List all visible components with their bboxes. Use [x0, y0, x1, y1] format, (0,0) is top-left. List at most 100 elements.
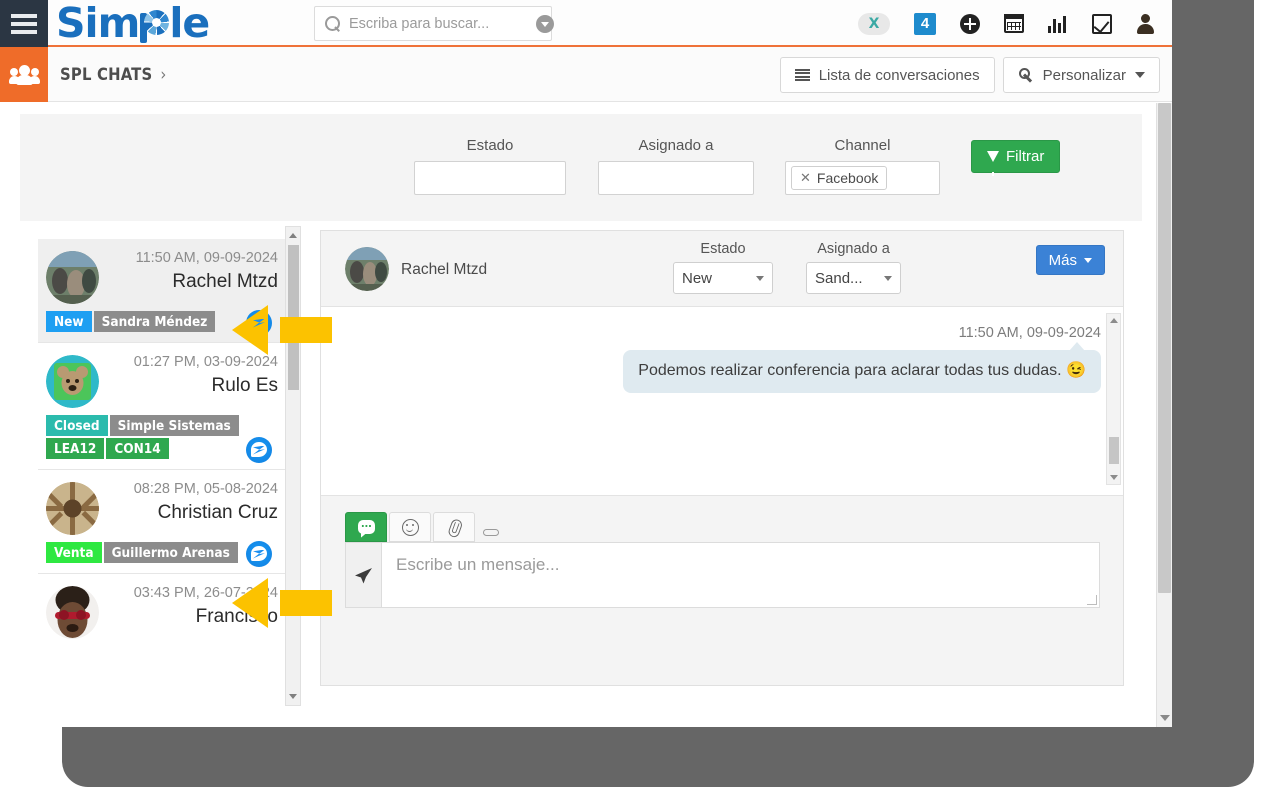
personalizar-label: Personalizar	[1042, 66, 1126, 84]
chevron-down-circle-icon[interactable]	[536, 14, 554, 33]
chat-panel: Rachel Mtzd Estado New Asignado a Sand..…	[320, 230, 1124, 686]
filter-asignado: Asignado a	[598, 137, 754, 195]
status-badge: New	[46, 311, 92, 332]
list-item-time: 03:43 PM, 26-07-2024	[133, 585, 278, 601]
scroll-down-arrow-icon[interactable]	[1160, 715, 1170, 721]
mas-label: Más	[1048, 251, 1077, 269]
chat-message-area: 11:50 AM, 09-09-2024 Podemos realizar co…	[321, 307, 1123, 493]
breadcrumb: SPL CHATS ›	[60, 47, 166, 102]
emoji-tab[interactable]	[389, 512, 431, 542]
channel-tag-label: Facebook	[816, 170, 879, 186]
breadcrumb-bar: SPL CHATS › Lista de conversaciones Pers…	[0, 47, 1172, 102]
scroll-down-arrow-icon[interactable]	[289, 694, 297, 699]
chevron-down-icon	[1135, 72, 1145, 78]
chevron-down-icon	[1084, 257, 1092, 263]
x-logo-icon[interactable]: X	[858, 12, 890, 35]
message-bubble: Podemos realizar conferencia para aclara…	[623, 342, 1101, 393]
list-item[interactable]: 08:28 PM, 05-08-2024 Christian Cruz Vent…	[38, 470, 286, 574]
assignee-badge: Simple Sistemas	[109, 415, 239, 436]
add-plus-icon[interactable]	[960, 13, 980, 34]
list-item-name: Rulo Es	[211, 375, 278, 396]
scroll-up-arrow-icon[interactable]	[1110, 318, 1118, 323]
close-x-icon[interactable]: ✕	[800, 170, 811, 186]
search-box[interactable]	[314, 6, 554, 41]
status-badge: Closed	[46, 415, 108, 436]
scrollbar-thumb[interactable]	[1158, 103, 1171, 593]
chat-bubble-icon	[357, 520, 375, 534]
chart-bars-icon[interactable]	[1048, 15, 1068, 33]
facebook-messenger-icon	[246, 541, 272, 567]
scrollbar-thumb[interactable]	[1109, 437, 1119, 464]
list-item-time: 08:28 PM, 05-08-2024	[133, 481, 278, 497]
list-item[interactable]: 11:50 AM, 09-09-2024 Rachel Mtzd New San…	[38, 239, 286, 343]
pill-marker-icon	[483, 529, 499, 536]
screenshot-root: Simle X 4	[0, 0, 1282, 791]
filter-channel-input[interactable]: ✕ Facebook	[785, 161, 940, 195]
channel-tag-facebook[interactable]: ✕ Facebook	[791, 166, 888, 190]
filter-asignado-label: Asignado a	[638, 137, 714, 154]
chat-asignado-value: Sand...	[815, 269, 863, 287]
simple-logo[interactable]: Sim le	[56, 0, 210, 47]
logo-text-after: le	[169, 0, 210, 47]
chat-message-scrollbar[interactable]	[1106, 313, 1121, 485]
filtrar-label: Filtrar	[1006, 148, 1045, 165]
calendar-icon[interactable]	[1004, 14, 1024, 33]
personalizar-button[interactable]: Personalizar	[1002, 57, 1160, 93]
message-timestamp: 11:50 AM, 09-09-2024	[958, 325, 1101, 341]
list-item[interactable]: 03:43 PM, 26-07-2024 Francisco	[38, 574, 286, 647]
chat-contact-name: Rachel Mtzd	[401, 261, 488, 278]
filter-panel: Estado Asignado a Channel ✕ Facebook Fil…	[20, 114, 1142, 221]
filtrar-button[interactable]: Filtrar	[971, 140, 1061, 176]
list-item-time: 11:50 AM, 09-09-2024	[135, 250, 278, 266]
notifications-badge-icon[interactable]: 4	[914, 12, 936, 35]
chat-tab[interactable]	[345, 512, 387, 542]
content-inner: Estado Asignado a Channel ✕ Facebook Fil…	[0, 103, 1155, 727]
send-button[interactable]	[345, 542, 381, 608]
chat-estado-label: Estado	[700, 241, 746, 257]
breadcrumb-actions: Lista de conversaciones Personalizar	[779, 57, 1160, 93]
top-header: Simle X 4	[0, 0, 1172, 47]
filter-asignado-input[interactable]	[598, 161, 754, 195]
avatar	[46, 355, 99, 408]
hamburger-icon[interactable]	[0, 0, 48, 47]
group-users-icon[interactable]	[0, 47, 48, 102]
chat-asignado-group: Asignado a Sand...	[806, 241, 901, 294]
chat-asignado-select[interactable]: Sand...	[806, 262, 901, 294]
filter-estado-input[interactable]	[414, 161, 566, 195]
list-icon	[794, 69, 810, 81]
scrollbar-thumb[interactable]	[288, 245, 299, 390]
scroll-up-arrow-icon[interactable]	[289, 233, 297, 238]
list-item-tags: Venta Guillermo Arenas	[46, 542, 278, 565]
facebook-messenger-icon	[246, 437, 272, 463]
list-item-name: Christian Cruz	[157, 502, 278, 523]
tag-badge: CON14	[106, 438, 169, 459]
message-composer: Escribe un mensaje...	[321, 495, 1123, 685]
chat-asignado-label: Asignado a	[817, 241, 890, 257]
chat-message: 11:50 AM, 09-09-2024 Podemos realizar co…	[581, 325, 1101, 393]
conversation-list[interactable]: 11:50 AM, 09-09-2024 Rachel Mtzd New San…	[38, 239, 286, 706]
conversation-list-scrollbar[interactable]	[285, 226, 301, 706]
user-profile-icon[interactable]	[1136, 13, 1154, 34]
list-item-tags: Closed Simple Sistemas LEA12 CON14	[46, 415, 278, 461]
page-scrollbar[interactable]	[1156, 103, 1172, 727]
message-input[interactable]: Escribe un mensaje...	[381, 542, 1100, 608]
search-input[interactable]	[341, 15, 536, 32]
scroll-down-arrow-icon[interactable]	[1110, 475, 1118, 480]
list-item-tags: New Sandra Méndez	[46, 311, 278, 334]
notifications-count: 4	[914, 12, 936, 35]
list-item-name: Rachel Mtzd	[172, 271, 278, 292]
lista-de-conversaciones-button[interactable]: Lista de conversaciones	[779, 57, 995, 93]
checkbox-tasks-icon[interactable]	[1092, 13, 1112, 34]
chat-header: Rachel Mtzd Estado New Asignado a Sand..…	[321, 231, 1123, 307]
list-item[interactable]: 01:27 PM, 03-09-2024 Rulo Es Closed Simp…	[38, 343, 286, 470]
chat-estado-select[interactable]: New	[673, 262, 773, 294]
smiley-icon	[401, 518, 419, 536]
facebook-messenger-icon	[246, 310, 272, 336]
status-badge: Venta	[46, 542, 102, 563]
composer-input-row: Escribe un mensaje...	[345, 542, 1100, 608]
search-icon	[325, 15, 341, 32]
tag-badge: LEA12	[46, 438, 105, 459]
attachment-tab[interactable]	[433, 512, 475, 542]
mas-button[interactable]: Más	[1035, 245, 1105, 275]
avatar	[46, 251, 99, 304]
